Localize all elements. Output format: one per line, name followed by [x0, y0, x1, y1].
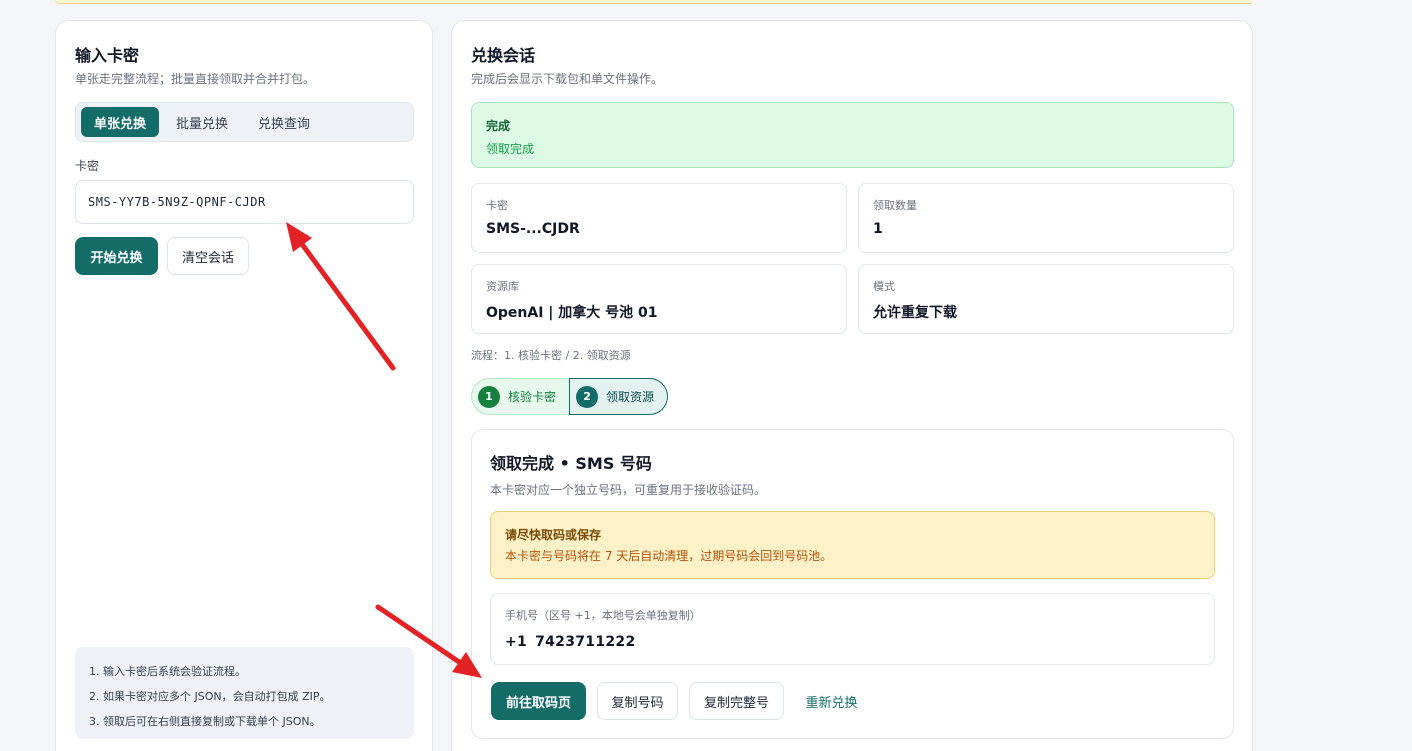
step-label: 核验卡密 — [508, 390, 557, 404]
panel-title: 兑换会话 — [471, 46, 536, 65]
info-value: 允许重复下载 — [873, 305, 957, 321]
warning-text: 本卡密与号码将在 7 天后自动清理，过期号码会回到号码池。 — [505, 549, 833, 563]
step-number-badge: 1 — [478, 385, 500, 408]
info-value: SMS-...CJDR — [486, 221, 580, 237]
note-item: 3. 领取后可在右侧直接复制或下载单个 JSON。 — [89, 715, 321, 728]
phone-number-box: 手机号（区号 +1，本地号会单独复制） +1 7423711222 — [490, 593, 1215, 665]
info-value: OpenAI | 加拿大 号池 01 — [486, 305, 658, 321]
flow-description: 流程：1. 核验卡密 / 2. 领取资源 — [471, 349, 631, 362]
result-title: 领取完成 • SMS 号码 — [490, 454, 652, 473]
result-subtitle: 本卡密对应一个独立号码，可重复用于接收验证码。 — [490, 483, 767, 497]
status-text: 领取完成 — [486, 142, 535, 156]
expiry-warning-box: 请尽快取码或保存 本卡密与号码将在 7 天后自动清理，过期号码会回到号码池。 — [490, 511, 1215, 579]
redeem-session-panel: 兑换会话 完成后会显示下载包和单文件操作。 完成 领取完成 卡密 SMS-...… — [451, 20, 1253, 751]
progress-steps: 1 核验卡密 2 领取资源 — [471, 378, 669, 415]
info-label: 卡密 — [486, 199, 508, 212]
warning-title: 请尽快取码或保存 — [505, 528, 602, 542]
claim-result-card: 领取完成 • SMS 号码 本卡密对应一个独立号码，可重复用于接收验证码。 请尽… — [471, 429, 1234, 739]
status-success-box: 完成 领取完成 — [471, 102, 1234, 168]
copy-number-button[interactable]: 复制号码 — [597, 682, 678, 720]
status-title: 完成 — [486, 119, 511, 133]
phone-country-code: +1 — [505, 634, 528, 650]
step-label: 领取资源 — [606, 390, 655, 404]
panel-title: 输入卡密 — [75, 46, 140, 65]
card-key-input[interactable] — [75, 180, 414, 224]
start-redeem-button[interactable]: 开始兑换 — [75, 237, 158, 275]
panel-subtitle: 完成后会显示下载包和单文件操作。 — [471, 72, 664, 86]
phone-value: +1 7423711222 — [505, 634, 1200, 650]
phone-label: 手机号（区号 +1，本地号会单独复制） — [505, 609, 701, 622]
step-number-badge: 2 — [576, 385, 599, 408]
copy-full-number-button[interactable]: 复制完整号 — [689, 682, 784, 720]
info-label: 模式 — [873, 280, 895, 293]
note-item: 1. 输入卡密后系统会验证流程。 — [89, 665, 246, 678]
info-resource-repo: 资源库 OpenAI | 加拿大 号池 01 — [471, 264, 847, 334]
card-key-label: 卡密 — [75, 159, 100, 173]
go-to-code-page-button[interactable]: 前往取码页 — [491, 682, 586, 720]
step-claim-resource: 2 领取资源 — [569, 378, 669, 415]
tab-single-redeem[interactable]: 单张兑换 — [81, 107, 160, 137]
info-claim-count: 领取数量 1 — [858, 183, 1234, 253]
info-label: 领取数量 — [873, 199, 917, 212]
info-value: 1 — [873, 221, 883, 237]
info-label: 资源库 — [486, 280, 519, 293]
redeem-input-panel: 输入卡密 单张走完整流程；批量直接领取并合并打包。 单张兑换 批量兑换 兑换查询… — [55, 20, 433, 751]
info-mode: 模式 允许重复下载 — [858, 264, 1234, 334]
tab-batch-redeem[interactable]: 批量兑换 — [163, 107, 241, 137]
note-item: 2. 如果卡密对应多个 JSON，会自动打包成 ZIP。 — [89, 690, 331, 703]
phone-local-number: 7423711222 — [535, 634, 636, 650]
tab-redeem-query[interactable]: 兑换查询 — [245, 107, 323, 137]
usage-notes: 1. 输入卡密后系统会验证流程。 2. 如果卡密对应多个 JSON，会自动打包成… — [75, 647, 414, 739]
top-notice-strip — [55, 0, 1253, 4]
panel-subtitle: 单张走完整流程；批量直接领取并合并打包。 — [75, 72, 316, 86]
clear-session-button[interactable]: 清空会话 — [167, 237, 249, 275]
info-card-key: 卡密 SMS-...CJDR — [471, 183, 847, 253]
step-verify-key: 1 核验卡密 — [471, 378, 570, 415]
redeem-again-link[interactable]: 重新兑换 — [794, 682, 869, 720]
redeem-mode-tabs: 单张兑换 批量兑换 兑换查询 — [75, 102, 414, 142]
